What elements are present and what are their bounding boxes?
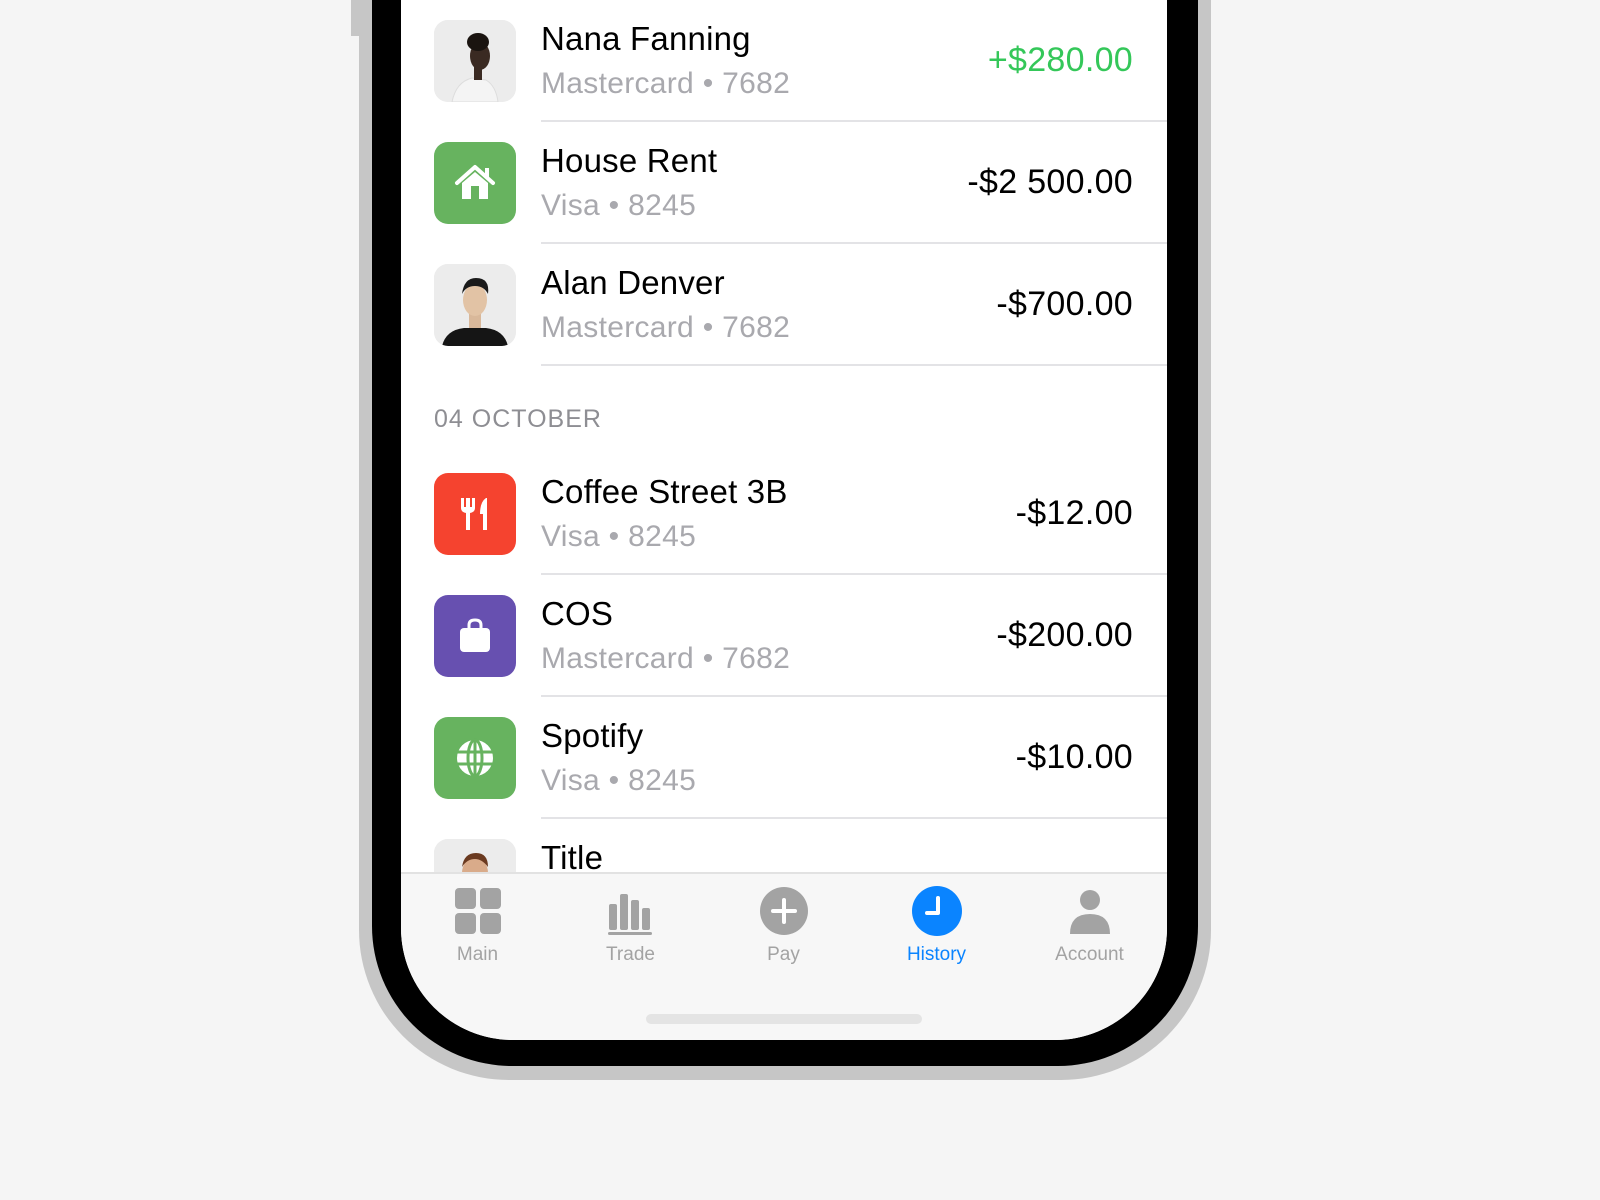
phone-screen: Nana Fanning Mastercard • 7682 +$280.00 … (401, 0, 1167, 1040)
transaction-card: Mastercard • 7682 (541, 642, 791, 675)
avatar (434, 20, 516, 102)
transaction-row[interactable]: COS Mastercard • 7682 -$200.00 (401, 575, 1167, 697)
transaction-row[interactable]: Alan Denver Mastercard • 7682 -$700.00 (401, 244, 1167, 366)
transaction-amount: -$2 500.00 (967, 163, 1133, 201)
transaction-card: Visa • 8245 (541, 189, 697, 222)
tab-account[interactable]: Account (1013, 874, 1166, 974)
transaction-amount: -$200.00 (996, 616, 1133, 654)
tab-pay[interactable]: Pay (707, 874, 860, 974)
home-indicator[interactable] (646, 1014, 922, 1024)
clock-icon (911, 886, 962, 936)
transaction-row[interactable]: Nana Fanning Mastercard • 7682 +$280.00 (401, 0, 1167, 122)
tab-label: Account (1055, 944, 1124, 965)
globe-icon (434, 717, 516, 799)
transaction-row[interactable]: House Rent Visa • 8245 -$2 500.00 (401, 122, 1167, 244)
tab-label: Pay (767, 944, 800, 965)
transaction-name: Nana Fanning (541, 20, 751, 57)
grid-icon (453, 886, 503, 936)
tab-main[interactable]: Main (401, 874, 554, 974)
section-header-date: 04 OCTOBER (434, 405, 602, 433)
bar-chart-icon (606, 886, 656, 936)
transaction-amount: -$12.00 (1015, 494, 1133, 532)
avatar (434, 264, 516, 346)
transaction-row[interactable]: Coffee Street 3B Visa • 8245 -$12.00 (401, 453, 1167, 575)
shopping-bag-icon (434, 595, 516, 677)
transaction-amount: -$10.00 (1015, 738, 1133, 776)
transaction-amount: +$280.00 (987, 41, 1133, 79)
transaction-card: Mastercard • 7682 (541, 311, 791, 344)
house-icon (434, 142, 516, 224)
tab-history[interactable]: History (860, 874, 1013, 974)
transaction-card: Visa • 8245 (541, 764, 697, 797)
transaction-card: Mastercard • 7682 (541, 67, 791, 100)
plus-circle-icon (759, 886, 809, 936)
tab-trade[interactable]: Trade (554, 874, 707, 974)
person-icon (1065, 886, 1115, 936)
tab-bar: Main Trade Pay History Account (401, 872, 1167, 1040)
divider (541, 364, 1167, 366)
transaction-name: Coffee Street 3B (541, 473, 788, 510)
transaction-amount: -$700.00 (996, 285, 1133, 323)
transaction-card: Visa • 8245 (541, 520, 697, 553)
transaction-name: House Rent (541, 142, 718, 179)
tab-label: Main (456, 944, 499, 965)
transaction-name: COS (541, 595, 614, 632)
tab-label: History (906, 944, 967, 965)
transaction-name: Spotify (541, 717, 644, 754)
tab-label: Trade (606, 944, 655, 965)
transaction-name: Alan Denver (541, 264, 725, 301)
fork-knife-icon (434, 473, 516, 555)
transaction-row[interactable]: Spotify Visa • 8245 -$10.00 (401, 697, 1167, 819)
